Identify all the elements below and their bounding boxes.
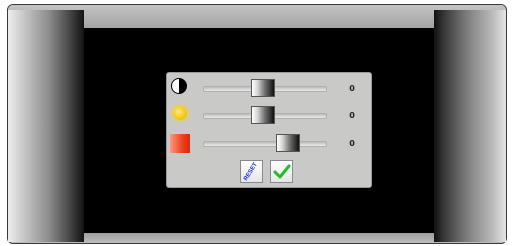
reset-button[interactable]: RESET [240,160,263,183]
reset-label: RESET [243,161,260,182]
color-saturation-icon [170,134,190,153]
brightness-slider-thumb[interactable] [251,106,275,124]
contrast-slider-thumb[interactable] [251,79,275,97]
bezel-left-wall [8,10,84,242]
confirm-button[interactable] [270,160,293,183]
contrast-value: 0 [349,84,355,93]
checkmark-icon [273,164,290,178]
display-settings-panel: 0 0 0 RESET [166,72,372,188]
bezel-right-wall [434,10,506,242]
color-value: 0 [349,139,355,148]
brightness-value: 0 [349,111,355,120]
brightness-icon [173,106,187,120]
contrast-icon [171,78,187,94]
color-slider-thumb[interactable] [276,134,300,152]
color-slider-track[interactable] [203,141,327,147]
